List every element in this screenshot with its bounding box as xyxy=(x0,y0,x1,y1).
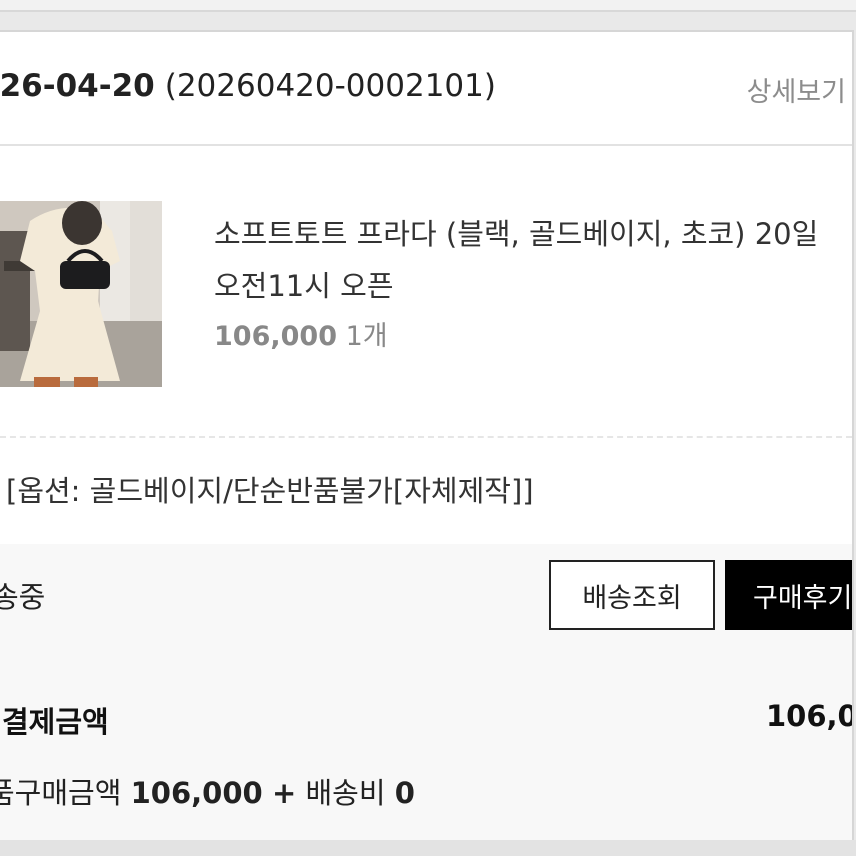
payment-total: 106,00 xyxy=(766,699,852,733)
goods-amount: 106,000 xyxy=(130,776,263,810)
product-title-line1: 소프트토트 프라다 (블랙, 골드베이지, 초코) 20일 xyxy=(214,217,819,251)
order-date: 026-04-20 xyxy=(0,68,155,104)
shipping-fee: 0 xyxy=(394,776,415,810)
product-price-line: 106,000 1개 xyxy=(214,314,388,353)
order-status-area: 송중 배송조회 구매후기 결제금액 106,00 품구매금액 106,000 +… xyxy=(0,544,852,840)
order-date-line: 026-04-20(20260420-0002101) xyxy=(0,68,496,104)
order-number: (20260420-0002101) xyxy=(164,68,496,104)
order-history-page: 026-04-20(20260420-0002101) 상세보기 xyxy=(0,0,856,856)
payment-breakdown: 품구매금액 106,000 + 배송비 0 xyxy=(0,770,415,812)
product-row: 소프트토트 프라다 (블랙, 골드베이지, 초코) 20일 오전11시 오픈 1… xyxy=(0,146,852,436)
product-photo-icon xyxy=(0,201,162,387)
product-title[interactable]: 소프트토트 프라다 (블랙, 골드베이지, 초코) 20일 오전11시 오픈 xyxy=(214,208,852,312)
track-delivery-button[interactable]: 배송조회 xyxy=(549,560,715,630)
product-quantity: 1개 xyxy=(345,321,388,352)
delivery-status: 송중 xyxy=(0,580,46,614)
option-text: [옵션: 골드베이지/단순반품불가[자체제작]] xyxy=(6,474,534,508)
payment-label: 결제금액 xyxy=(2,705,109,739)
view-details-link[interactable]: 상세보기 xyxy=(747,70,846,109)
write-review-button[interactable]: 구매후기 xyxy=(725,560,852,630)
plus-sign: + xyxy=(271,776,297,810)
order-header: 026-04-20(20260420-0002101) 상세보기 xyxy=(0,32,852,146)
next-card-edge xyxy=(0,840,856,856)
goods-amount-label: 품구매금액 xyxy=(0,776,122,810)
shipping-fee-label: 배송비 xyxy=(305,776,386,810)
product-thumbnail[interactable] xyxy=(0,201,162,387)
previous-card-edge xyxy=(0,0,856,12)
product-title-line2: 오전11시 오픈 xyxy=(214,269,394,303)
order-card: 026-04-20(20260420-0002101) 상세보기 xyxy=(0,30,854,842)
section-divider xyxy=(0,436,852,438)
product-price: 106,000 xyxy=(214,321,337,352)
